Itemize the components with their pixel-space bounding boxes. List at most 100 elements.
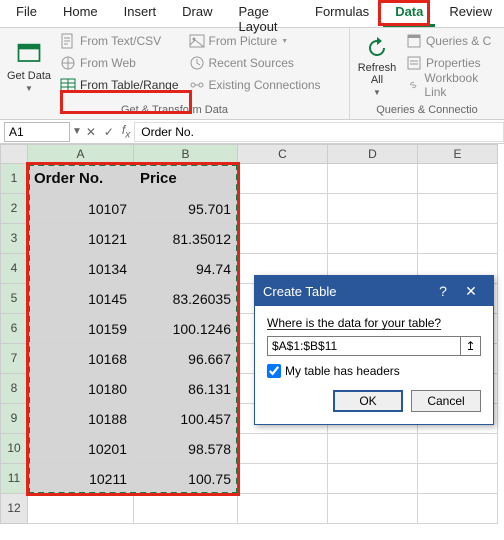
- from-picture-button[interactable]: From Picture ▼: [187, 30, 323, 52]
- link-icon: [406, 77, 420, 93]
- formula-bar: A1 ▼ ✕ ✓ fx: [0, 120, 504, 144]
- tab-draw[interactable]: Draw: [170, 0, 224, 27]
- cell[interactable]: [328, 494, 418, 524]
- row-header-11[interactable]: 11: [0, 464, 28, 494]
- row-header-10[interactable]: 10: [0, 434, 28, 464]
- cell[interactable]: 10107: [28, 194, 134, 224]
- from-table-range-button[interactable]: From Table/Range: [58, 74, 181, 96]
- tab-file[interactable]: File: [4, 0, 49, 27]
- cell[interactable]: 10145: [28, 284, 134, 314]
- range-picker-button[interactable]: ↥: [461, 336, 481, 356]
- dialog-help-button[interactable]: ?: [429, 283, 457, 299]
- tab-insert[interactable]: Insert: [112, 0, 169, 27]
- row-header-1[interactable]: 1: [0, 164, 28, 194]
- col-header-A[interactable]: A: [28, 144, 134, 164]
- row-header-8[interactable]: 8: [0, 374, 28, 404]
- cell[interactable]: 86.131: [134, 374, 238, 404]
- refresh-icon: [365, 36, 389, 60]
- cell[interactable]: [328, 164, 418, 194]
- cell[interactable]: 96.667: [134, 344, 238, 374]
- cell[interactable]: 81.35012: [134, 224, 238, 254]
- cell[interactable]: 94.74: [134, 254, 238, 284]
- headers-checkbox-row[interactable]: My table has headers: [267, 364, 481, 378]
- range-input[interactable]: [267, 336, 461, 356]
- properties-icon: [406, 55, 422, 71]
- from-web-label: From Web: [80, 56, 136, 70]
- col-header-B[interactable]: B: [134, 144, 238, 164]
- dialog-close-button[interactable]: ✕: [457, 283, 485, 300]
- cell[interactable]: [238, 464, 328, 494]
- refresh-all-button[interactable]: Refresh All ▼: [356, 30, 398, 102]
- select-all-corner[interactable]: [0, 144, 28, 164]
- queries-label: Queries & C: [426, 34, 491, 48]
- cell[interactable]: 100.457: [134, 404, 238, 434]
- cell[interactable]: 10201: [28, 434, 134, 464]
- existing-connections-button[interactable]: Existing Connections: [187, 74, 323, 96]
- row-header-12[interactable]: 12: [0, 494, 28, 524]
- row-header-6[interactable]: 6: [0, 314, 28, 344]
- cell[interactable]: [418, 494, 498, 524]
- picture-icon: [189, 33, 205, 49]
- cell[interactable]: [418, 464, 498, 494]
- cell[interactable]: [328, 464, 418, 494]
- cell[interactable]: [418, 194, 498, 224]
- row-header-2[interactable]: 2: [0, 194, 28, 224]
- ok-button[interactable]: OK: [333, 390, 403, 412]
- cell[interactable]: [238, 164, 328, 194]
- cell[interactable]: [28, 494, 134, 524]
- col-header-D[interactable]: D: [328, 144, 418, 164]
- cell[interactable]: [328, 224, 418, 254]
- cell[interactable]: Order No.: [28, 164, 134, 194]
- cell[interactable]: 100.1246: [134, 314, 238, 344]
- row-header-7[interactable]: 7: [0, 344, 28, 374]
- col-header-E[interactable]: E: [418, 144, 498, 164]
- cell[interactable]: [238, 494, 328, 524]
- row-header-5[interactable]: 5: [0, 284, 28, 314]
- cell[interactable]: [418, 164, 498, 194]
- cell[interactable]: 10134: [28, 254, 134, 284]
- name-box-dropdown[interactable]: ▼: [72, 126, 82, 137]
- cell[interactable]: 95.701: [134, 194, 238, 224]
- formula-input[interactable]: [134, 122, 504, 142]
- cell[interactable]: [418, 224, 498, 254]
- get-data-button[interactable]: Get Data ▼: [6, 30, 52, 102]
- cell[interactable]: Price: [134, 164, 238, 194]
- cell[interactable]: [328, 194, 418, 224]
- cell[interactable]: 10180: [28, 374, 134, 404]
- cell[interactable]: [238, 434, 328, 464]
- cell[interactable]: 10188: [28, 404, 134, 434]
- row-header-3[interactable]: 3: [0, 224, 28, 254]
- cell[interactable]: 10159: [28, 314, 134, 344]
- cancel-formula-icon[interactable]: ✕: [82, 125, 100, 139]
- cancel-button[interactable]: Cancel: [411, 390, 481, 412]
- cell[interactable]: 100.75: [134, 464, 238, 494]
- tab-page-layout[interactable]: Page Layout: [227, 0, 302, 27]
- cell[interactable]: 10168: [28, 344, 134, 374]
- cell[interactable]: [238, 224, 328, 254]
- tab-data[interactable]: Data: [383, 0, 435, 27]
- cell[interactable]: [134, 494, 238, 524]
- cell[interactable]: 98.578: [134, 434, 238, 464]
- row-header-9[interactable]: 9: [0, 404, 28, 434]
- recent-sources-button[interactable]: Recent Sources: [187, 52, 323, 74]
- row-header-4[interactable]: 4: [0, 254, 28, 284]
- tab-home[interactable]: Home: [51, 0, 110, 27]
- cell[interactable]: [328, 434, 418, 464]
- col-header-C[interactable]: C: [238, 144, 328, 164]
- tab-formulas[interactable]: Formulas: [303, 0, 381, 27]
- name-box[interactable]: A1: [4, 122, 70, 142]
- tab-review[interactable]: Review: [437, 0, 504, 27]
- from-text-csv-button[interactable]: From Text/CSV: [58, 30, 181, 52]
- cell[interactable]: 10121: [28, 224, 134, 254]
- cell[interactable]: 83.26035: [134, 284, 238, 314]
- headers-checkbox[interactable]: [267, 364, 281, 378]
- from-web-button[interactable]: From Web: [58, 52, 181, 74]
- cell[interactable]: 10211: [28, 464, 134, 494]
- enter-formula-icon[interactable]: ✓: [100, 125, 118, 139]
- cell[interactable]: [238, 194, 328, 224]
- workbook-links-button[interactable]: Workbook Link: [404, 74, 498, 96]
- fx-icon[interactable]: fx: [118, 123, 134, 140]
- headers-checkbox-label: My table has headers: [285, 364, 400, 378]
- queries-connections-button[interactable]: Queries & C: [404, 30, 498, 52]
- cell[interactable]: [418, 434, 498, 464]
